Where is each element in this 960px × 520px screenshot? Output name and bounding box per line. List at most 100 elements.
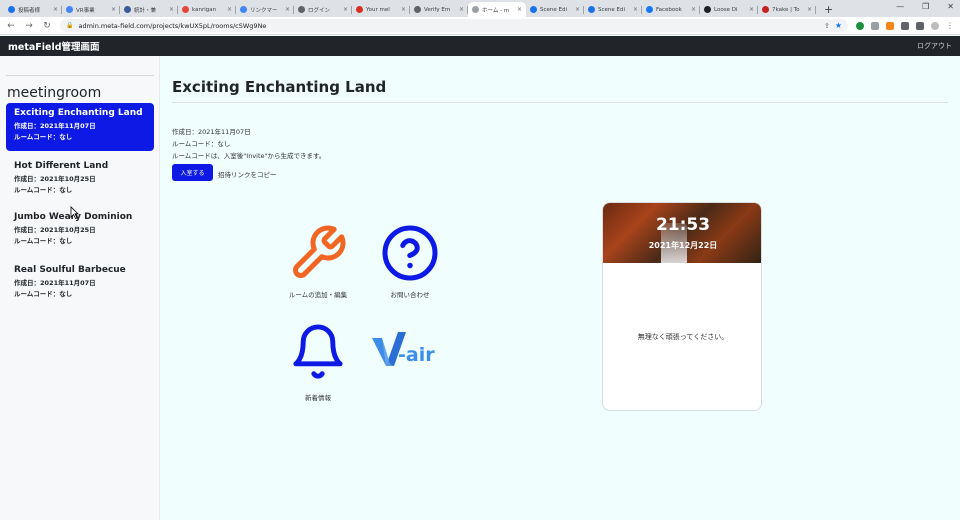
tab-close-icon[interactable]: × <box>575 6 580 13</box>
browser-tab[interactable]: 投稿者様 × <box>4 2 62 17</box>
tab-label: Loose Di <box>714 6 738 13</box>
tab-label: Verify Em <box>424 6 451 13</box>
news-tile[interactable]: 新着情報 <box>278 322 358 402</box>
extension-qr-icon[interactable] <box>901 21 909 30</box>
room-created: 作成日：2021年10月25日 <box>14 226 96 234</box>
tab-label: 7kake | To <box>772 6 800 13</box>
room-created: 作成日：2021年11月07日 <box>14 279 96 287</box>
tab-favicon-icon <box>182 6 189 13</box>
browser-tab[interactable]: Verify Em × <box>410 2 468 17</box>
room-code-text: ルームコード：なし <box>172 140 231 148</box>
forward-icon[interactable]: → <box>24 21 34 31</box>
back-icon[interactable]: ← <box>6 21 16 31</box>
room-code: ルームコード：なし <box>14 290 73 298</box>
browser-tab[interactable]: ログイン × <box>294 2 352 17</box>
tab-favicon-icon <box>704 6 711 13</box>
tab-close-icon[interactable]: × <box>807 6 812 13</box>
browser-tab[interactable]: リンクマー × <box>236 2 294 17</box>
reload-icon[interactable]: ↻ <box>42 21 52 31</box>
tab-label: Scene Edi <box>540 6 568 13</box>
app-header: metaField管理画面 ログアウト <box>0 36 960 56</box>
tab-label: ログイン <box>308 7 331 14</box>
tab-close-icon[interactable]: × <box>633 6 638 13</box>
tab-close-icon[interactable]: × <box>691 6 696 13</box>
tab-favicon-icon <box>66 6 73 13</box>
extensions-puzzle-icon[interactable] <box>916 21 924 30</box>
room-sidebar: meetingroom Exciting Enchanting Land 作成日… <box>0 56 160 520</box>
metamask-icon[interactable] <box>886 21 894 30</box>
room-code: ルームコード：なし <box>14 237 73 245</box>
contact-tile[interactable]: お問い合わせ <box>370 223 450 299</box>
sidebar-divider <box>6 75 154 76</box>
clock-widget: 21:53 2021年12月22日 無理なく頑張ってください。 <box>602 202 762 411</box>
room-edit-label: ルームの追加・編集 <box>288 291 348 299</box>
minimize-icon[interactable]: — <box>896 2 904 11</box>
wrench-icon <box>293 225 346 278</box>
browser-tab[interactable]: 7kake | To × <box>758 2 816 17</box>
room-item-hot-different-land[interactable]: Hot Different Land 作成日：2021年10月25日 ルームコー… <box>6 156 154 204</box>
tab-close-icon[interactable]: × <box>111 6 116 13</box>
clock-time: 21:53 <box>655 215 711 235</box>
share-icon[interactable]: ⇪ <box>824 22 830 30</box>
lock-icon: 🔒 <box>66 22 74 29</box>
tab-label: kanrigan <box>192 6 217 13</box>
browser-tab[interactable]: Your mel × <box>352 2 410 17</box>
new-tab-icon[interactable]: + <box>824 3 833 16</box>
vair-tile[interactable]: -air <box>368 326 438 376</box>
logout-link[interactable]: ログアウト <box>917 41 952 51</box>
tab-close-icon[interactable]: × <box>517 6 522 13</box>
tab-favicon-icon <box>356 6 363 13</box>
tab-favicon-icon <box>530 6 537 13</box>
tab-favicon-icon <box>588 6 595 13</box>
url-field[interactable]: 🔒 admin.meta-field.com/projects/kwUX5pL/… <box>60 19 848 32</box>
room-created: 作成日：2021年11月07日 <box>14 122 96 130</box>
tab-label: Your mel <box>366 6 390 13</box>
tab-favicon-icon <box>124 6 131 13</box>
tab-close-icon[interactable]: × <box>401 6 406 13</box>
browser-tab[interactable]: Loose Di × <box>700 2 758 17</box>
tab-close-icon[interactable]: × <box>459 6 464 13</box>
tab-favicon-icon <box>298 6 305 13</box>
url-text: admin.meta-field.com/projects/kwUX5pL/ro… <box>78 21 267 30</box>
tab-label: ホーム - m <box>482 7 510 14</box>
profile-avatar[interactable] <box>931 21 939 30</box>
browser-tab[interactable]: Scene Edi × <box>526 2 584 17</box>
tab-close-icon[interactable]: × <box>285 6 290 13</box>
clock-date: 2021年12月22日 <box>648 241 718 250</box>
tab-favicon-icon <box>472 6 479 13</box>
extension-grey-icon[interactable] <box>871 21 879 30</box>
tab-favicon-icon <box>762 6 769 13</box>
tab-close-icon[interactable]: × <box>749 6 754 13</box>
close-window-icon[interactable]: ✕ <box>947 2 954 11</box>
browser-tab[interactable]: kanrigan × <box>178 2 236 17</box>
created-date: 作成日：2021年11月07日 <box>172 128 251 136</box>
tab-favicon-icon <box>646 6 653 13</box>
vair-text: -air <box>398 344 435 366</box>
browser-menu-icon[interactable]: ⋮ <box>946 21 954 30</box>
restore-icon[interactable]: ❐ <box>922 2 929 11</box>
tab-close-icon[interactable]: × <box>227 6 232 13</box>
browser-tab[interactable]: VR事業 × <box>62 2 120 17</box>
room-item-real-soulful-barbecue[interactable]: Real Soulful Barbecue 作成日：2021年11月07日 ルー… <box>6 260 154 308</box>
room-edit-tile[interactable]: ルームの追加・編集 <box>278 223 358 299</box>
app-title[interactable]: metaField管理画面 <box>8 39 100 53</box>
browser-tab[interactable]: 統計・兼 × <box>120 2 178 17</box>
extension-shield-icon[interactable] <box>856 21 864 30</box>
room-detail: Exciting Enchanting Land 作成日：2021年11月07日… <box>172 56 948 520</box>
bookmark-star-icon[interactable]: ★ <box>835 21 842 30</box>
tab-close-icon[interactable]: × <box>169 6 174 13</box>
browser-tab[interactable]: Scene Edi × <box>584 2 642 17</box>
tab-close-icon[interactable]: × <box>53 6 58 13</box>
enter-room-button[interactable]: 入室する <box>172 164 213 181</box>
room-item-jumbo-weary-dominion[interactable]: Jumbo Weary Dominion 作成日：2021年10月25日 ルーム… <box>6 207 154 255</box>
room-item-exciting-enchanting-land[interactable]: Exciting Enchanting Land 作成日：2021年11月07日… <box>6 103 154 151</box>
tab-list: 投稿者様 × VR事業 × 統計・兼 × kanrigan × リンクマー × ログイン × Your … <box>4 2 816 17</box>
browser-tab[interactable]: ホーム - m × <box>468 2 526 17</box>
room-code-note: ルームコードは、入室後"Invite"から生成できます。 <box>172 152 326 160</box>
tab-close-icon[interactable]: × <box>343 6 348 13</box>
news-label: 新着情報 <box>305 394 331 402</box>
extensions-area: ⋮ <box>856 21 954 30</box>
widget-message: 無理なく頑張ってください。 <box>637 333 729 341</box>
copy-invite-link[interactable]: 招待リンクをコピー <box>218 169 277 179</box>
browser-tab[interactable]: Facebook × <box>642 2 700 17</box>
